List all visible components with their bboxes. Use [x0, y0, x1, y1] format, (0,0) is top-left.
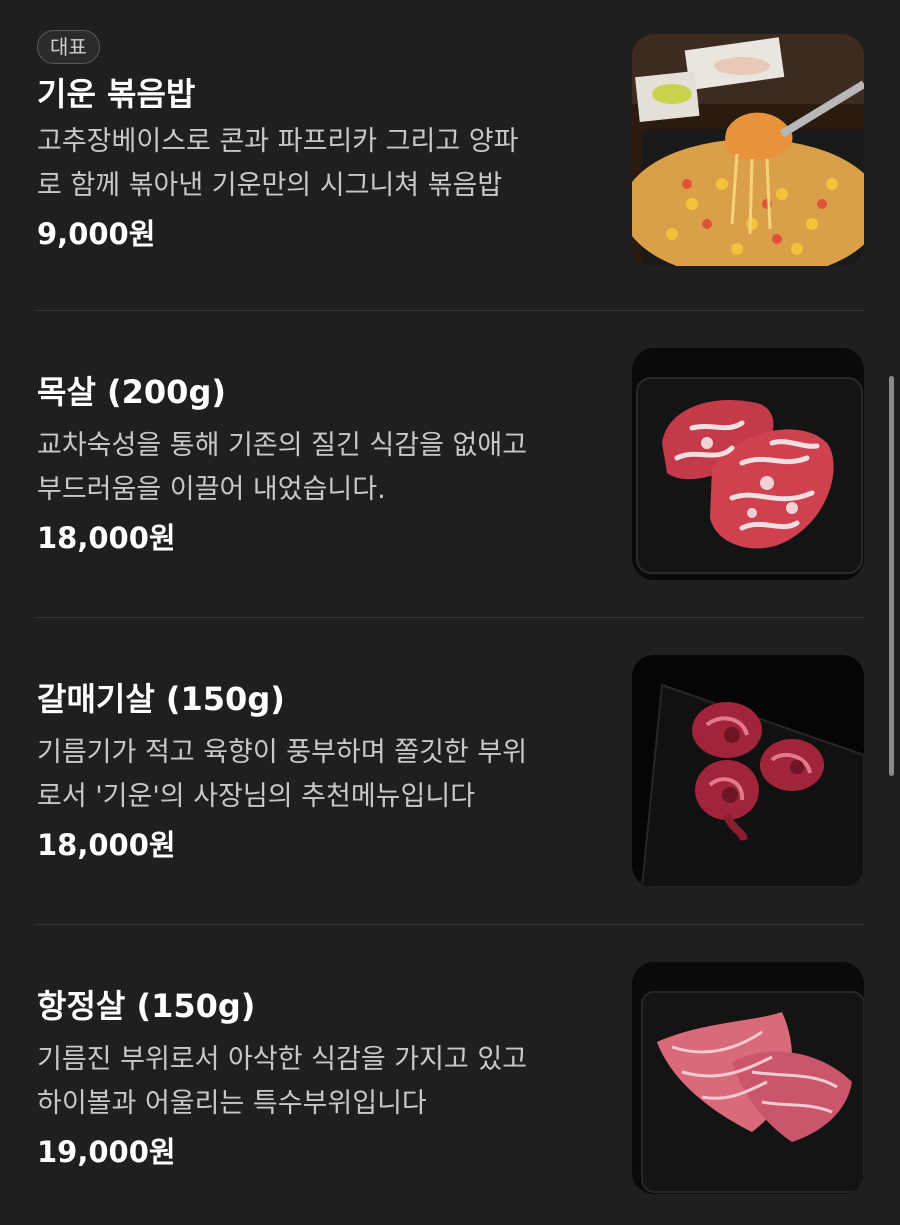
menu-item[interactable]: 대표 기운 볶음밥 고추장베이스로 콘과 파프리카 그리고 양파 로 함께 볶아…: [37, 30, 864, 270]
description-line: 고추장베이스로 콘과 파프리카 그리고 양파: [37, 126, 519, 157]
pork-neck-illustration: [632, 348, 864, 580]
menu-item-name: 기운 볶음밥: [37, 75, 196, 113]
menu-item-description: 기름진 부위로서 아삭한 식감을 가지고 있고 하이볼과 어울리는 특수부위입니…: [37, 1038, 612, 1126]
pork-jowl-photo[interactable]: [632, 962, 864, 1194]
menu-item-name: 갈매기살 (150g): [37, 680, 285, 718]
skirt-meat-illustration: [632, 655, 864, 887]
fried-rice-photo[interactable]: [632, 34, 864, 266]
menu-item-price: 18,000원: [37, 828, 176, 862]
pork-neck-photo[interactable]: [632, 348, 864, 580]
description-line: 부드러움을 이끌어 내었습니다.: [37, 474, 386, 505]
menu-item-text: 항정살 (150g) 기름진 부위로서 아삭한 식감을 가지고 있고 하이볼과 …: [37, 984, 612, 1174]
description-line: 로 함께 볶아낸 기운만의 시그니쳐 볶음밥: [37, 170, 503, 201]
menu-item-name: 항정살 (150g): [37, 987, 256, 1025]
skirt-meat-photo[interactable]: [632, 655, 864, 887]
menu-item-description: 기름기가 적고 육향이 풍부하며 쫄깃한 부위 로서 '기운'의 사장님의 추천…: [37, 731, 612, 819]
menu-item-price: 9,000원: [37, 217, 156, 251]
divider: [37, 310, 864, 311]
scrollbar[interactable]: [889, 376, 894, 776]
divider: [37, 924, 864, 925]
menu-item-price: 18,000원: [37, 521, 176, 555]
signature-badge: 대표: [37, 30, 100, 64]
pork-jowl-illustration: [632, 962, 864, 1194]
menu-item-text: 대표 기운 볶음밥 고추장베이스로 콘과 파프리카 그리고 양파 로 함께 볶아…: [37, 30, 612, 256]
fried-rice-illustration: [632, 34, 864, 266]
description-line: 기름기가 적고 육향이 풍부하며 쫄깃한 부위: [37, 737, 528, 768]
menu-list: 대표 기운 볶음밥 고추장베이스로 콘과 파프리카 그리고 양파 로 함께 볶아…: [0, 0, 900, 1225]
menu-item-name: 목살 (200g): [37, 373, 226, 411]
description-line: 교차숙성을 통해 기존의 질긴 식감을 없애고: [37, 430, 528, 461]
description-line: 로서 '기운'의 사장님의 추천메뉴입니다: [37, 781, 476, 812]
menu-item-price: 19,000원: [37, 1135, 176, 1169]
menu-item-description: 고추장베이스로 콘과 파프리카 그리고 양파 로 함께 볶아낸 기운만의 시그니…: [37, 120, 612, 208]
menu-item-text: 갈매기살 (150g) 기름기가 적고 육향이 풍부하며 쫄깃한 부위 로서 '…: [37, 677, 612, 867]
description-line: 기름진 부위로서 아삭한 식감을 가지고 있고: [37, 1044, 528, 1075]
divider: [37, 617, 864, 618]
menu-item[interactable]: 목살 (200g) 교차숙성을 통해 기존의 질긴 식감을 없애고 부드러움을 …: [37, 348, 864, 580]
menu-item-description: 교차숙성을 통해 기존의 질긴 식감을 없애고 부드러움을 이끌어 내었습니다.: [37, 424, 612, 512]
menu-item-text: 목살 (200g) 교차숙성을 통해 기존의 질긴 식감을 없애고 부드러움을 …: [37, 370, 612, 560]
menu-item[interactable]: 갈매기살 (150g) 기름기가 적고 육향이 풍부하며 쫄깃한 부위 로서 '…: [37, 655, 864, 887]
description-line: 하이볼과 어울리는 특수부위입니다: [37, 1088, 427, 1119]
menu-item[interactable]: 항정살 (150g) 기름진 부위로서 아삭한 식감을 가지고 있고 하이볼과 …: [37, 962, 864, 1194]
